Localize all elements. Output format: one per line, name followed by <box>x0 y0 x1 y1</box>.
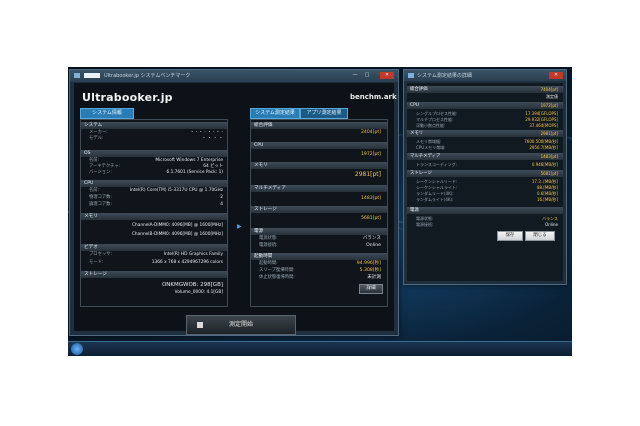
section-storage: ストレージ <box>81 271 227 278</box>
info-row: 起動時間: 94.996[秒] <box>259 261 381 266</box>
detail-score-row: 7404[pt] <box>540 87 558 92</box>
storage-score: 5681[pt] <box>361 216 381 221</box>
minimize-button[interactable]: — <box>350 72 360 79</box>
info-row: ONKMGWOB: 298[GB] <box>161 282 223 288</box>
detail-info-row: ランダムリード(4K): 0.6[MB/秒] <box>416 191 558 196</box>
score-row: 1972[pt] <box>251 152 387 158</box>
section-multimedia: マルチメディア <box>251 185 387 192</box>
section-os: OS <box>81 150 227 157</box>
section-power: 電源 <box>251 228 387 235</box>
tab-system-result[interactable]: システム測定結果 <box>250 108 300 119</box>
detail-info-row: シーケンシャルリード: 17.3..[MB/秒] <box>416 179 558 184</box>
app-icon <box>74 73 80 78</box>
memory-score: 2981[pt] <box>354 171 381 178</box>
section-video: ビデオ <box>81 244 227 251</box>
info-row: ChannelA-DIMM0: 4096[MB] @ 1600[MHz] <box>131 223 223 228</box>
detail-info-row: 電源接続: Online <box>416 222 558 227</box>
chevron-right-icon: ▶ <box>237 223 242 230</box>
detail-info-row: トランスコーディング: 0.946[MB/秒] <box>416 162 558 167</box>
detail-info-row: ランダムライト(4K): 16.[MB/秒] <box>416 197 558 202</box>
detail-titlebar[interactable]: システム測定結果の詳細 ✕ <box>404 70 566 81</box>
section-system: システム <box>81 122 227 129</box>
stop-square-icon <box>197 322 203 328</box>
detail-info-row: CPUメモリ帯域: 2956.7[MB/秒] <box>416 145 558 150</box>
detail-info-row: マルチプロセス性能: 29.932[GFLOPS] <box>416 117 558 122</box>
app-logo: Ultrabooker.jp <box>82 91 173 104</box>
detail-score-row: 5681[pt] <box>540 171 558 176</box>
detail-score-row: 1483[pt] <box>540 154 558 159</box>
title-progress-icon <box>84 73 100 78</box>
detail-score-row: 1972[pt] <box>540 103 558 108</box>
desktop: Ultrabooker.jp システムベンチマーク — □ ✕ Ultraboo… <box>68 67 572 356</box>
start-measurement-button[interactable]: 測定開始 <box>186 315 296 335</box>
info-row: モデル: ・ ・ ・ ・ <box>89 136 223 141</box>
window-title: Ultrabooker.jp システムベンチマーク <box>104 73 191 79</box>
section-memory: メモリ <box>81 213 227 220</box>
detail-app-area: 総合評価 7404[pt] 測定値 CPU 1972[pt] シングルプロセス性… <box>407 83 563 281</box>
detail-info-row: シーケンシャルライト: 88.[MB/秒] <box>416 185 558 190</box>
section-memory: メモリ <box>251 162 387 169</box>
info-row: バージョン: 6.1.7601 (Service Pack: 1) <box>89 170 223 175</box>
info-row: プロセッサ: Intel(R) HD Graphics Family <box>89 252 223 257</box>
start-button-label: 測定開始 <box>228 321 253 328</box>
info-row: 名前: Intel(R) Core(TM) i5-3317U CPU @ 1.70… <box>89 188 223 193</box>
detail-info-row: 測定値 <box>546 94 558 99</box>
main-window: Ultrabooker.jp システムベンチマーク — □ ✕ Ultraboo… <box>69 69 399 336</box>
info-row: 電源接続: Online <box>259 243 381 248</box>
main-app-area: Ultrabooker.jp benchm.ark システム情報 システム測定結… <box>74 83 397 335</box>
info-row: ChannelB-DIMM0: 4096[MB] @ 1600[MHz] <box>131 232 223 237</box>
multimedia-score: 1483[pt] <box>361 196 381 201</box>
info-row: スリープ復帰時間: 5.308[秒] <box>259 268 381 273</box>
section-cpu: CPU <box>81 180 227 187</box>
result-panel: 総合評価 2404[pt] CPU 1972[pt] メモリ 2981[pt] … <box>250 119 388 307</box>
detail-app-icon <box>408 73 414 78</box>
info-row: 物理コア数: 2 <box>89 195 223 200</box>
detail-close-button[interactable]: ✕ <box>549 72 563 79</box>
detail-info-row: メモリ帯域幅: 7600.500[MB/秒] <box>416 139 558 144</box>
detail-score-row: 2981[pt] <box>540 131 558 136</box>
score-row: 2981[pt] <box>251 172 387 178</box>
detail-info-row: シングルプロセス性能: 17.394[GFLOPS] <box>416 111 558 116</box>
benchmark-logo: benchm.ark <box>350 93 397 101</box>
start-button[interactable] <box>71 343 83 355</box>
system-info-panel: システム メーカー: ・ - ・ - ・ - ・ - モデル: ・ ・ ・ ・ OS… <box>80 119 228 307</box>
info-row: 論理コア数: 4 <box>89 202 223 207</box>
info-row: モード: 1366 x 768 x 4294967296 colors <box>89 260 223 265</box>
section-total: 総合評価 <box>251 122 387 129</box>
close-button[interactable]: ✕ <box>380 72 394 79</box>
section-storage: ストレージ <box>251 206 387 213</box>
taskbar <box>68 341 572 356</box>
save-button[interactable]: 保存 <box>497 231 523 241</box>
tab-system-info[interactable]: システム情報 <box>80 108 134 119</box>
main-titlebar[interactable]: Ultrabooker.jp システムベンチマーク — □ ✕ <box>70 70 398 82</box>
close-detail-button[interactable]: 閉じる <box>525 231 555 241</box>
info-row: 休止状態復帰時間: 未計測 <box>259 275 381 280</box>
detail-window: システム測定結果の詳細 ✕ 総合評価 7404[pt] 測定値 CPU 1972… <box>403 69 567 285</box>
maximize-button[interactable]: □ <box>362 72 372 79</box>
total-score: 2404[pt] <box>361 130 381 135</box>
detail-button[interactable]: 詳細 <box>359 284 383 294</box>
detail-info-row: 電源状態: バランス <box>416 216 558 221</box>
score-row: 5681[pt] <box>251 216 387 222</box>
section-startup: 起動時間 <box>251 253 387 260</box>
section-cpu: CPU <box>251 142 387 149</box>
info-row: Volume_0000: 4.1[GB] <box>174 290 223 295</box>
tab-app-result[interactable]: アプリ測定結果 <box>300 108 348 119</box>
detail-info-row: 浮動小数点性能: 37.464[MOPS] <box>416 123 558 128</box>
score-row: 2404[pt] <box>251 130 387 136</box>
score-row: 1483[pt] <box>251 196 387 202</box>
detail-section-power: 電源 <box>407 207 563 214</box>
info-row: 電源状態: バランス <box>259 236 381 241</box>
cpu-score: 1972[pt] <box>361 152 381 157</box>
detail-window-title: システム測定結果の詳細 <box>417 73 472 79</box>
